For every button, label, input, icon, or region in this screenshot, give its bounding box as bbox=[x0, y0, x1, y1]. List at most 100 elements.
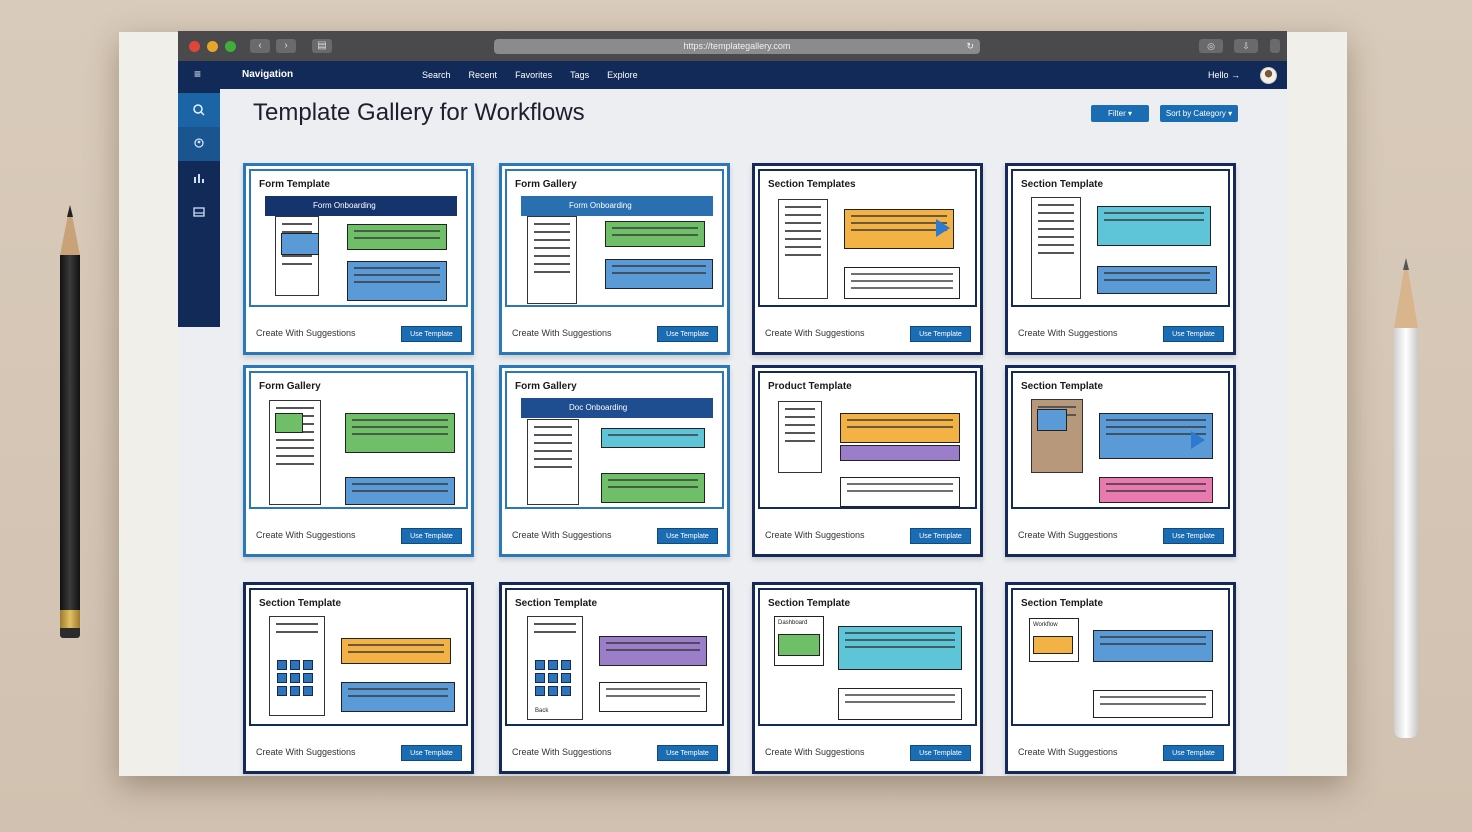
content-block bbox=[844, 267, 960, 299]
card-preview: Form Template Form Onboarding bbox=[249, 169, 468, 307]
template-card[interactable]: Section Template Workflow Create With Su… bbox=[1005, 582, 1236, 774]
doc-thumbnail bbox=[527, 216, 577, 304]
account-label[interactable]: Hello → bbox=[1208, 70, 1240, 80]
content-block bbox=[347, 224, 447, 250]
download-icon[interactable]: ⇩ bbox=[1234, 39, 1258, 53]
card-banner: Form Onboarding bbox=[521, 196, 713, 216]
minimize-window-icon[interactable] bbox=[207, 41, 218, 52]
template-card[interactable]: Product Template Create With Suggestions… bbox=[752, 365, 983, 557]
card-footer-text: Create With Suggestions bbox=[1018, 747, 1118, 757]
card-title: Product Template bbox=[768, 381, 852, 392]
window-menu-icon[interactable] bbox=[1270, 39, 1280, 53]
address-bar[interactable]: https://templategallery.com ↻ bbox=[494, 39, 980, 54]
template-card[interactable]: Section Template Create With Suggestions… bbox=[243, 582, 474, 774]
template-card[interactable]: Section Template Create With Suggestions… bbox=[1005, 163, 1236, 355]
tabs-icon[interactable]: ▤ bbox=[312, 39, 332, 53]
use-template-button[interactable]: Use Template bbox=[1163, 745, 1224, 761]
user-search-icon bbox=[194, 138, 204, 148]
hamburger-menu-icon[interactable]: ≡ bbox=[194, 67, 201, 81]
nav-link-recent[interactable]: Recent bbox=[469, 70, 498, 80]
use-template-button[interactable]: Use Template bbox=[401, 528, 462, 544]
brand-name: Navigation bbox=[242, 69, 294, 80]
card-preview: Section Template Back bbox=[505, 588, 724, 726]
card-banner: Form Onboarding bbox=[265, 196, 457, 216]
use-template-button[interactable]: Use Template bbox=[657, 745, 718, 761]
play-icon bbox=[936, 219, 950, 237]
nav-link-search[interactable]: Search bbox=[422, 70, 451, 80]
forward-button[interactable]: › bbox=[276, 39, 296, 53]
use-template-button[interactable]: Use Template bbox=[1163, 326, 1224, 342]
card-title: Form Gallery bbox=[259, 381, 321, 392]
image-placeholder bbox=[281, 233, 319, 255]
sidebar-item-reports[interactable] bbox=[178, 161, 220, 195]
card-footer-text: Create With Suggestions bbox=[1018, 530, 1118, 540]
sort-button[interactable]: Sort by Category ▾ bbox=[1160, 105, 1238, 122]
nav-link-favorites[interactable]: Favorites bbox=[515, 70, 552, 80]
browser-titlebar: ‹ › ▤ https://templategallery.com ↻ ◎ ⇩ bbox=[178, 31, 1287, 61]
card-title: Section Template bbox=[1021, 381, 1104, 392]
card-preview: Section Template bbox=[1011, 169, 1230, 307]
template-card[interactable]: Form Gallery Form Onboarding Create With… bbox=[499, 163, 730, 355]
content-block bbox=[599, 636, 707, 666]
card-preview: Section Template bbox=[249, 588, 468, 726]
card-title: Section Template bbox=[1021, 598, 1104, 609]
chart-icon bbox=[194, 174, 204, 183]
card-preview: Form Gallery Doc Onboarding bbox=[505, 371, 724, 509]
maximize-window-icon[interactable] bbox=[225, 41, 236, 52]
url-text: https://templategallery.com bbox=[683, 41, 791, 51]
left-pencil bbox=[60, 205, 80, 640]
use-template-button[interactable]: Use Template bbox=[657, 326, 718, 342]
template-card[interactable]: Section Templates Create With Suggestion… bbox=[752, 163, 983, 355]
use-template-button[interactable]: Use Template bbox=[657, 528, 718, 544]
content-block bbox=[840, 445, 960, 461]
content-block bbox=[838, 626, 962, 670]
content-block bbox=[601, 473, 705, 503]
close-window-icon[interactable] bbox=[189, 41, 200, 52]
card-banner: Doc Onboarding bbox=[521, 398, 713, 418]
use-template-button[interactable]: Use Template bbox=[401, 326, 462, 342]
card-footer-text: Create With Suggestions bbox=[1018, 328, 1118, 338]
card-footer-text: Create With Suggestions bbox=[256, 530, 356, 540]
card-preview: Section Template Workflow bbox=[1011, 588, 1230, 726]
template-card[interactable]: Section Template Back Create With Sugges… bbox=[499, 582, 730, 774]
footer-chip: Back bbox=[535, 708, 549, 714]
card-footer-text: Create With Suggestions bbox=[512, 328, 612, 338]
card-preview: Section Template bbox=[1011, 371, 1230, 509]
template-card[interactable]: Section Template Create With Suggestions… bbox=[1005, 365, 1236, 557]
card-footer-text: Create With Suggestions bbox=[765, 328, 865, 338]
nav-link-explore[interactable]: Explore bbox=[607, 70, 638, 80]
content-block bbox=[1097, 206, 1211, 246]
card-title: Section Template bbox=[1021, 179, 1104, 190]
sidebar-item-people[interactable] bbox=[178, 127, 220, 161]
use-template-button[interactable]: Use Template bbox=[401, 745, 462, 761]
preview-chip: Workflow bbox=[1033, 622, 1058, 628]
reload-icon[interactable]: ↻ bbox=[966, 39, 974, 54]
nav-link-tags[interactable]: Tags bbox=[570, 70, 589, 80]
inbox-icon bbox=[193, 207, 205, 217]
image-placeholder bbox=[778, 634, 820, 656]
card-footer-text: Create With Suggestions bbox=[256, 747, 356, 757]
back-button[interactable]: ‹ bbox=[250, 39, 270, 53]
share-icon[interactable]: ◎ bbox=[1199, 39, 1223, 53]
use-template-button[interactable]: Use Template bbox=[910, 326, 971, 342]
use-template-button[interactable]: Use Template bbox=[1163, 528, 1224, 544]
tile-grid bbox=[535, 660, 571, 696]
image-placeholder bbox=[275, 413, 303, 433]
use-template-button[interactable]: Use Template bbox=[910, 528, 971, 544]
content-block bbox=[347, 261, 447, 301]
search-icon bbox=[193, 104, 205, 116]
content-block bbox=[605, 259, 713, 289]
use-template-button[interactable]: Use Template bbox=[910, 745, 971, 761]
template-card[interactable]: Form Gallery Doc Onboarding Create With … bbox=[499, 365, 730, 557]
card-title: Form Gallery bbox=[515, 381, 577, 392]
avatar[interactable] bbox=[1260, 67, 1277, 84]
template-card[interactable]: Form Template Form Onboarding Create Wit… bbox=[243, 163, 474, 355]
sidebar-item-search[interactable] bbox=[178, 93, 220, 127]
template-card[interactable]: Section Template Dashboard Create With S… bbox=[752, 582, 983, 774]
card-title: Form Gallery bbox=[515, 179, 577, 190]
filter-button[interactable]: Filter ▾ bbox=[1091, 105, 1149, 122]
card-title: Section Template bbox=[259, 598, 342, 609]
card-preview: Form Gallery bbox=[249, 371, 468, 509]
template-card[interactable]: Form Gallery Create With Suggestions Use… bbox=[243, 365, 474, 557]
sidebar-item-inbox[interactable] bbox=[178, 195, 220, 229]
